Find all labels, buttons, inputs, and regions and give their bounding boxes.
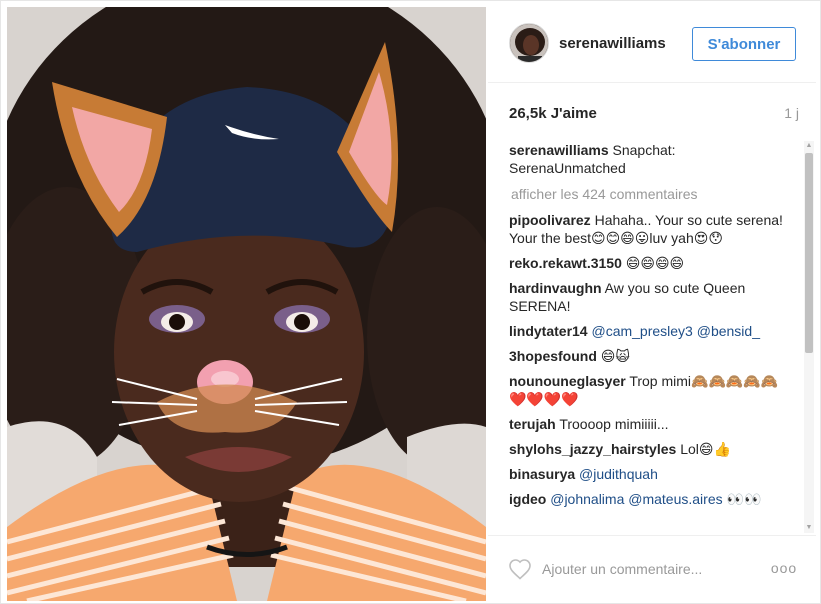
likes-count[interactable]: 26,5k J'aime (509, 105, 597, 122)
comment-item: hardinvaughn Aw you so cute Queen SERENA… (509, 279, 794, 315)
comment-username-link[interactable]: nounouneglasyer (509, 373, 626, 389)
scroll-down-arrow-icon[interactable]: ▼ (804, 523, 814, 533)
comment-item: nounouneglasyer Trop mimi🙈🙈🙈🙈🙈❤️❤️❤️❤️ (509, 372, 794, 408)
comment-mentions[interactable]: @cam_presley3 @bensid_ (591, 323, 760, 339)
comment-item: pipoolivarez Hahaha.. Your so cute seren… (509, 211, 794, 247)
scroll-up-arrow-icon[interactable]: ▲ (804, 141, 814, 151)
comment-username-link[interactable]: reko.rekawt.3150 (509, 255, 622, 271)
post-timestamp[interactable]: 1 j (784, 105, 799, 121)
post-caption: serenawilliams Snapchat: SerenaUnmatched (509, 141, 794, 177)
post-dialog: serenawilliams S'abonner 26,5k J'aime 1 … (0, 0, 821, 604)
heart-outline-icon[interactable] (508, 558, 532, 580)
comment-mentions[interactable]: @johnalima @mateus.aires 👀👀 (550, 491, 761, 507)
comments-scrollbar[interactable]: ▲ ▼ (804, 141, 814, 533)
comment-username-link[interactable]: igdeo (509, 491, 546, 507)
comment-text: Troooop mimiiiii... (555, 416, 669, 432)
comment-username-link[interactable]: 3hopesfound (509, 348, 597, 364)
caption-username-link[interactable]: serenawilliams (509, 142, 609, 158)
comment-username-link[interactable]: terujah (509, 416, 556, 432)
post-side-panel: serenawilliams S'abonner 26,5k J'aime 1 … (488, 7, 816, 601)
comment-username-link[interactable]: shylohs_jazzy_hairstyles (509, 441, 676, 457)
comment-text: 😄🙀 (596, 348, 630, 364)
avatar[interactable] (509, 23, 549, 63)
comment-item: igdeo @johnalima @mateus.aires 👀👀 (509, 490, 794, 508)
add-comment-input[interactable] (542, 556, 752, 582)
post-photo[interactable] (7, 7, 486, 601)
scrollbar-thumb[interactable] (805, 153, 813, 353)
comment-item: shylohs_jazzy_hairstyles Lol😄👍 (509, 440, 794, 458)
comment-item: 3hopesfound 😄🙀 (509, 347, 794, 365)
comment-mentions[interactable]: @judithquah (579, 466, 658, 482)
comment-username-link[interactable]: binasurya (509, 466, 575, 482)
comment-item: binasurya @judithquah (509, 465, 794, 483)
comment-username-link[interactable]: hardinvaughn (509, 280, 602, 296)
comment-text: Lol😄👍 (676, 441, 731, 457)
post-username-link[interactable]: serenawilliams (559, 35, 666, 52)
comment-item: terujah Troooop mimiiiii... (509, 415, 794, 433)
comment-username-link[interactable]: pipoolivarez (509, 212, 591, 228)
selfie-with-cat-filter-image (7, 7, 486, 601)
load-more-comments-link[interactable]: afficher les 424 commentaires (509, 185, 794, 203)
avatar-photo-icon (510, 24, 548, 62)
post-header: serenawilliams S'abonner (488, 7, 816, 83)
comments-list[interactable]: serenawilliams Snapchat: SerenaUnmatched… (509, 141, 794, 533)
comment-item: reko.rekawt.3150 😄😄😄😄 (509, 254, 794, 272)
comment-username-link[interactable]: lindytater14 (509, 323, 588, 339)
comment-text: 😄😄😄😄 (621, 255, 685, 271)
post-footer: ooo (488, 535, 816, 601)
follow-button[interactable]: S'abonner (692, 27, 796, 61)
comment-item: lindytater14 @cam_presley3 @bensid_ (509, 322, 794, 340)
more-options-icon[interactable]: ooo (770, 558, 798, 578)
